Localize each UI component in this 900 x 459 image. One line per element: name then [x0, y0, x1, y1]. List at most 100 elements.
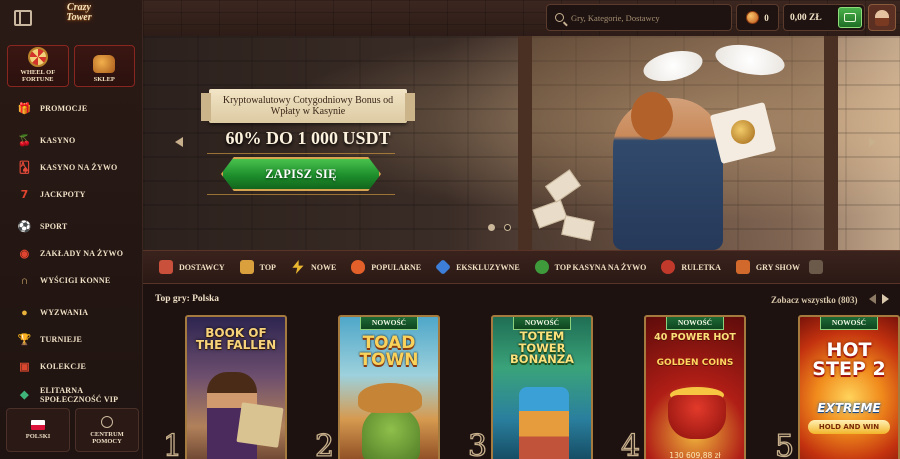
poland-flag-icon	[31, 420, 45, 430]
shop-bag-icon	[93, 55, 116, 73]
category-game-shows[interactable]: GRY SHOW	[735, 251, 815, 283]
game-art-hat	[358, 383, 422, 413]
language-button[interactable]: POLSKI	[6, 408, 70, 452]
sidebar-item-label: ELITARNA SPOŁECZNOŚĆ VIP	[40, 386, 119, 404]
sidebar: Crazy Tower WHEEL OF FORTUNE SKLEP 🎁 PRO…	[0, 0, 143, 459]
hero-banner[interactable]: Kryptowalutowy Cotygodniowy Bonus od Wpł…	[143, 36, 900, 250]
chevron-right-icon[interactable]	[882, 294, 889, 304]
wheel-of-fortune-tile[interactable]: WHEEL OF FORTUNE	[7, 45, 69, 87]
game-art-pot	[668, 395, 726, 439]
game-card-hot-step-2[interactable]: NOWOŚĆ HOT STEP 2 EXTREME HOLD AND WIN	[798, 315, 900, 459]
chevron-left-icon[interactable]	[869, 294, 876, 304]
game-subtitle: GOLDEN COINS	[656, 358, 734, 368]
providers-icon	[159, 260, 173, 274]
see-all-link[interactable]: Zobacz wszystko (803)	[771, 295, 858, 305]
game-card-book-of-the-fallen[interactable]: BOOK OF THE FALLEN	[185, 315, 287, 459]
gem-icon	[435, 259, 451, 275]
sidebar-item-label: TURNIEJE	[40, 335, 83, 344]
sidebar-item-wyzwania[interactable]: ● WYZWANIA	[0, 299, 142, 326]
sidebar-toggle-icon[interactable]	[14, 10, 32, 26]
coins-counter[interactable]: 0	[736, 4, 779, 31]
avatar-icon	[875, 9, 889, 26]
sidebar-item-turnieje[interactable]: 🏆 TURNIEJE	[0, 326, 142, 353]
category-top-live-casino[interactable]: TOP KASYNA NA ŻYWO	[534, 251, 662, 283]
help-center-button[interactable]: CENTRUM POMOCY	[75, 408, 139, 452]
sidebar-item-kasyno[interactable]: 🍒 KASYNO	[0, 127, 142, 154]
game-art-frog	[362, 407, 420, 459]
game-card-toad-town[interactable]: NOWOŚĆ TOAD TOWN	[338, 315, 440, 459]
category-label: TOP	[259, 262, 276, 272]
game-rank: 1	[162, 429, 183, 459]
signup-button[interactable]: ZAPISZ SIĘ	[221, 157, 381, 191]
promo-tiles: WHEEL OF FORTUNE SKLEP	[0, 36, 142, 87]
game-card-totem-tower-bonanza[interactable]: NOWOŚĆ TOTEM TOWER BONANZA	[491, 315, 593, 459]
sidebar-item-label: SPORT	[40, 222, 68, 231]
top-games-pager	[869, 294, 889, 304]
category-roulette[interactable]: RULETKA	[661, 251, 736, 283]
new-badge: NOWOŚĆ	[666, 317, 724, 330]
sidebar-item-label: PROMOCJE	[40, 104, 88, 113]
carousel-next-icon[interactable]	[869, 137, 877, 147]
coin-icon	[746, 11, 760, 24]
medal-icon: ●	[21, 306, 28, 319]
bitcoin-seal-icon	[731, 120, 755, 144]
category-providers[interactable]: DOSTAWCY	[159, 251, 240, 283]
game-title: 40 POWER HOT	[654, 332, 736, 343]
top-header: 0 0,00 ZŁ	[143, 0, 900, 36]
search-input[interactable]	[571, 12, 721, 23]
fire-icon	[351, 260, 366, 274]
game-title: BOOK OF THE FALLEN	[195, 326, 277, 352]
balance-box[interactable]: 0,00 ZŁ	[783, 4, 865, 31]
category-new[interactable]: NOWE	[291, 251, 351, 283]
wallet-button[interactable]	[838, 7, 862, 28]
game-tag: HOLD AND WIN	[808, 420, 890, 434]
carousel-prev-icon[interactable]	[175, 137, 183, 147]
sidebar-item-label: WYŚCIGI KONNE	[40, 276, 111, 285]
sidebar-bottom: POLSKI CENTRUM POMOCY	[6, 408, 139, 452]
game-rank: 4	[620, 429, 641, 459]
carousel-dots	[488, 224, 511, 231]
game-art-totem	[519, 387, 569, 459]
category-label: DOSTAWCY	[179, 262, 225, 272]
horseshoe-icon: ∩	[20, 274, 29, 287]
sidebar-item-label: KASYNO NA ŻYWO	[40, 163, 118, 172]
carousel-dot[interactable]	[488, 224, 495, 231]
more-categories-icon[interactable]	[808, 260, 823, 274]
sidebar-item-label: WYZWANIA	[40, 308, 89, 317]
category-popular[interactable]: POPULARNE	[351, 251, 436, 283]
shop-tile[interactable]: SKLEP	[73, 45, 135, 87]
category-top[interactable]: TOP	[239, 251, 291, 283]
sidebar-item-kasyno-na-zywo[interactable]: 🂡 KASYNO NA ŻYWO	[0, 154, 142, 181]
live-chip-icon	[534, 260, 549, 274]
brand-logo[interactable]: Crazy Tower	[56, 3, 102, 33]
sidebar-item-promocje[interactable]: 🎁 PROMOCJE	[0, 95, 142, 122]
collection-icon: ▣	[19, 361, 30, 373]
game-subtitle: EXTREME	[817, 401, 881, 415]
sidebar-item-zaklady-na-zywo[interactable]: ◉ ZAKŁADY NA ŻYWO	[0, 240, 142, 267]
wheel-icon	[27, 47, 48, 67]
top-games-title: Top gry: Polska	[155, 294, 220, 304]
game-card-40-power-hot[interactable]: NOWOŚĆ 40 POWER HOT GOLDEN COINS 130 609…	[644, 315, 746, 459]
lightning-icon	[292, 260, 304, 274]
category-label: NOWE	[310, 262, 337, 272]
soccer-ball-icon: ⚽	[17, 221, 32, 233]
sidebar-item-vip[interactable]: ◆ ELITARNA SPOŁECZNOŚĆ VIP	[0, 380, 142, 410]
sidebar-item-jackpoty[interactable]: 7 JACKPOTY	[0, 181, 142, 208]
hero-character-hair	[631, 92, 673, 140]
signup-button-label: ZAPISZ SIĘ	[265, 166, 337, 181]
category-label: TOP KASYNA NA ŻYWO	[554, 262, 647, 272]
diamond-icon: ◆	[20, 388, 29, 401]
seven-icon: 7	[20, 188, 29, 201]
profile-avatar-button[interactable]	[868, 4, 896, 31]
sidebar-item-kolekcje[interactable]: ▣ KOLEKCJE	[0, 353, 142, 380]
new-badge: NOWOŚĆ	[360, 317, 418, 330]
sidebar-item-wyscigi-konne[interactable]: ∩ WYŚCIGI KONNE	[0, 267, 142, 294]
carousel-dot[interactable]	[504, 224, 511, 231]
category-exclusive[interactable]: EKSKLUZYWNE	[435, 251, 535, 283]
search-box[interactable]	[546, 4, 732, 31]
sidebar-item-sport[interactable]: ⚽ SPORT	[0, 213, 142, 240]
balance-value: 0,00 ZŁ	[790, 12, 822, 23]
jackpot-amount: 130 609,88 zł	[669, 451, 721, 459]
live-cards-icon: 🂡	[18, 162, 31, 174]
category-label: RULETKA	[681, 262, 721, 272]
